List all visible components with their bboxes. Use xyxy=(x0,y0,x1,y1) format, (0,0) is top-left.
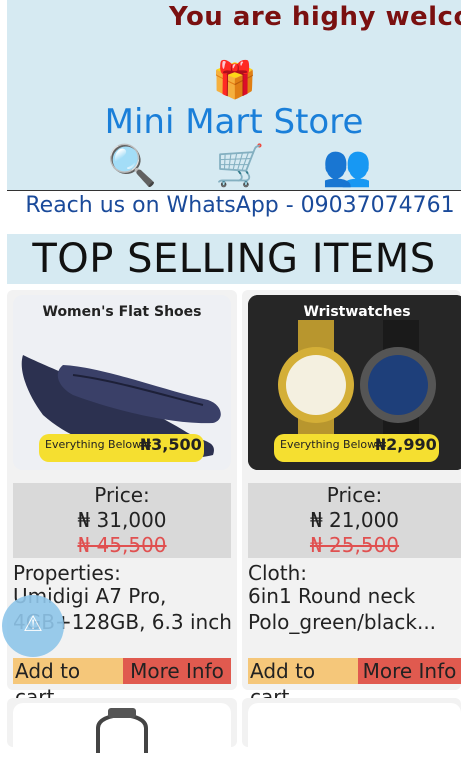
price-label: Price: xyxy=(326,483,383,507)
search-icon[interactable]: 🔍 xyxy=(107,142,157,189)
product-card: Wristwatches Everything Below ₦2,990 Pri… xyxy=(242,290,461,709)
store-header: 🎁 Mini Mart Store 🔍 🛒 👥 xyxy=(7,35,461,191)
props-label: Cloth: xyxy=(248,561,308,585)
banner-title: Women's Flat Shoes xyxy=(42,304,202,320)
product-card xyxy=(7,698,237,763)
product-image-bag[interactable] xyxy=(13,703,231,763)
props-line1: 6in1 Round neck xyxy=(248,584,416,608)
users-icon[interactable]: 👥 xyxy=(322,142,372,189)
store-title[interactable]: Mini Mart Store xyxy=(7,102,461,142)
price-box: Price: ₦ 31,000 ₦ 45,500 xyxy=(13,483,231,558)
badge-prefix: Everything Below xyxy=(280,438,377,451)
more-info-button[interactable]: More Info xyxy=(123,658,231,684)
product-card xyxy=(242,698,461,763)
old-price: ₦ 45,500 xyxy=(77,533,167,557)
props-label: Properties: xyxy=(13,561,121,585)
price-box: Price: ₦ 21,000 ₦ 25,500 xyxy=(248,483,461,558)
add-to-cart-button[interactable]: Add to cart xyxy=(13,658,123,709)
warning-icon: ⚠ xyxy=(23,612,43,637)
warning-fab[interactable]: ⚠ xyxy=(2,595,64,657)
old-price: ₦ 25,500 xyxy=(309,533,400,557)
gift-icon: 🎁 xyxy=(212,60,257,101)
section-title: TOP SELLING ITEMS xyxy=(7,234,461,284)
price-label: Price: xyxy=(94,483,150,507)
whatsapp-contact[interactable]: Reach us on WhatsApp - 09037074761 xyxy=(0,193,461,218)
banner-title: Wristwatches xyxy=(303,304,411,320)
product-image-watches[interactable]: Wristwatches Everything Below ₦2,990 xyxy=(248,295,461,470)
current-price: ₦ 31,000 xyxy=(77,508,167,532)
bag-illustration xyxy=(96,708,148,753)
add-to-cart-button[interactable]: Add to cart xyxy=(248,658,358,709)
badge-price: ₦2,990 xyxy=(375,435,437,454)
welcome-marquee: You are highy welcom xyxy=(7,0,461,35)
more-info-button[interactable]: More Info xyxy=(358,658,461,684)
badge-prefix: Everything Below xyxy=(45,438,142,451)
props-line2: Polo_green/black... xyxy=(248,610,437,634)
product-image-shoes[interactable]: Women's Flat Shoes Everything Below ₦3,5… xyxy=(13,295,231,470)
badge-price: ₦3,500 xyxy=(140,435,202,454)
marquee-text: You are highy welcom xyxy=(169,2,461,32)
cart-icon[interactable]: 🛒 xyxy=(215,142,265,189)
current-price: ₦ 21,000 xyxy=(309,508,400,532)
product-image-placeholder[interactable] xyxy=(248,703,461,763)
